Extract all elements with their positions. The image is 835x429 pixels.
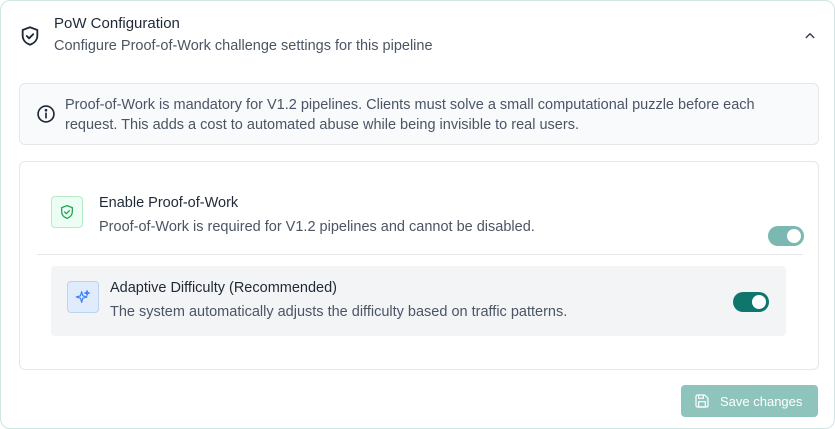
adaptive-difficulty-toggle[interactable] [733,292,769,312]
toggle-knob [752,295,766,309]
save-button-label: Save changes [720,394,803,409]
save-changes-button[interactable]: Save changes [681,385,818,417]
toggle-knob [787,229,801,243]
pow-configuration-panel: PoW Configuration Configure Proof-of-Wor… [0,0,835,429]
setting-description: Proof-of-Work is required for V1.2 pipel… [99,219,535,235]
info-icon [36,104,56,124]
shield-check-icon [51,196,83,228]
info-callout: Proof-of-Work is mandatory for V1.2 pipe… [19,83,819,145]
panel-header[interactable]: PoW Configuration Configure Proof-of-Wor… [1,1,834,69]
panel-title: PoW Configuration [54,15,180,32]
panel-subtitle: Configure Proof-of-Work challenge settin… [54,38,433,54]
setting-row-enable-pow: Enable Proof-of-Work Proof-of-Work is re… [37,182,804,254]
chevron-up-icon[interactable] [801,27,819,45]
setting-row-adaptive-difficulty: Adaptive Difficulty (Recommended) The sy… [51,266,786,336]
shield-check-icon [19,25,41,47]
settings-card: Enable Proof-of-Work Proof-of-Work is re… [19,161,819,370]
setting-description: The system automatically adjusts the dif… [110,304,568,320]
info-text: Proof-of-Work is mandatory for V1.2 pipe… [65,97,755,133]
enable-pow-toggle[interactable] [768,226,804,246]
setting-title: Adaptive Difficulty (Recommended) [110,280,337,296]
setting-title: Enable Proof-of-Work [99,195,239,211]
save-icon [695,394,709,408]
sparkles-icon [67,281,99,313]
divider [37,254,803,255]
